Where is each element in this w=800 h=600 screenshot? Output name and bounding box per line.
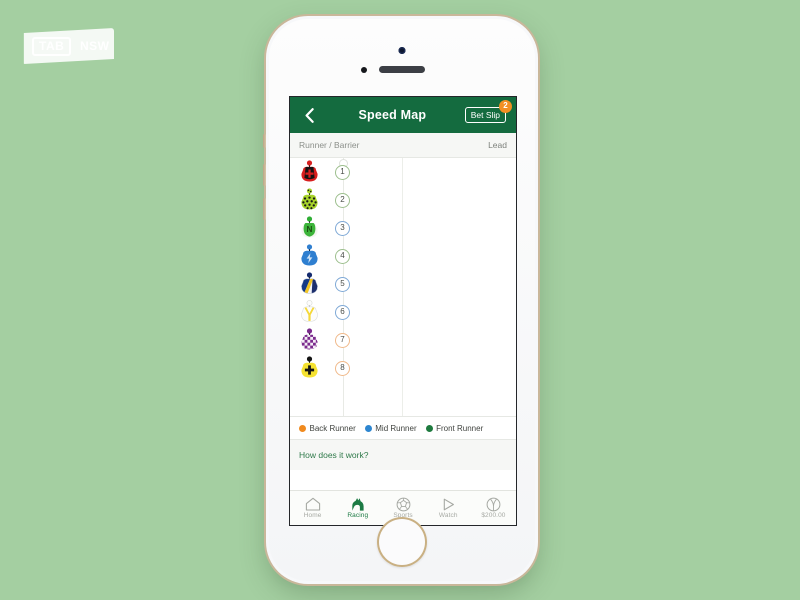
legend-item-mid-runner: Mid Runner xyxy=(364,423,417,433)
runner-row[interactable]: 5 xyxy=(290,270,516,298)
silk-green-white-letter-n-icon: N xyxy=(299,216,320,240)
page-title: Speed Map xyxy=(358,108,427,122)
silk-white-yellow-braces-icon xyxy=(299,300,320,324)
phone-body: Speed Map Bet Slip 2 Runner / Barrier Le… xyxy=(269,19,535,581)
horse-head-icon xyxy=(350,497,366,512)
speed-map-board: 1 2 N 3 4 5 6 7 8 xyxy=(290,158,516,416)
runner-row[interactable]: 2 xyxy=(290,186,516,214)
play-triangle-icon xyxy=(441,497,456,512)
soccer-ball-icon xyxy=(396,497,411,512)
silk-navy-yellow-sash-icon xyxy=(299,272,320,296)
tab-racing[interactable]: Racing xyxy=(335,491,380,525)
tab-home[interactable]: Home xyxy=(290,491,335,525)
earpiece-speaker-icon xyxy=(379,66,425,73)
runner-row[interactable]: N 3 xyxy=(290,214,516,242)
tab-nsw-logo: TAB NSW xyxy=(22,28,114,64)
iphone-device: Speed Map Bet Slip 2 Runner / Barrier Le… xyxy=(263,16,538,584)
bet-slip-count-badge: 2 xyxy=(499,99,512,113)
front-camera-icon xyxy=(398,47,406,54)
legend-dot-orange-icon xyxy=(299,424,306,432)
home-button[interactable] xyxy=(377,517,427,567)
silent-switch[interactable] xyxy=(263,134,266,148)
legend-item-front-runner: Front Runner xyxy=(425,423,484,433)
runner-barrier-label: Runner / Barrier xyxy=(299,140,360,150)
proximity-sensor-icon xyxy=(361,67,367,73)
silk-blue-lightning-icon xyxy=(299,244,320,268)
bet-slip-container: Bet Slip 2 xyxy=(464,99,512,124)
tab-account-balance[interactable]: $200.00 xyxy=(471,491,516,525)
app-screen: Speed Map Bet Slip 2 Runner / Barrier Le… xyxy=(290,97,516,525)
legend-dot-green-icon xyxy=(425,424,433,432)
legend-label: Front Runner xyxy=(436,423,484,433)
silk-red-black-cap-red-icon xyxy=(299,160,320,184)
barrier-circle: 8 xyxy=(335,360,350,376)
barrier-circle: 5 xyxy=(335,276,350,292)
barrier-circle: 1 xyxy=(335,164,350,180)
barrier-circle: 2 xyxy=(335,192,350,208)
logo-tab-text: TAB xyxy=(32,37,72,56)
tab-label: $200.00 xyxy=(481,511,506,519)
silk-purple-white-check-icon xyxy=(299,328,320,352)
legend-item-back-runner: Back Runner xyxy=(299,424,356,433)
speed-map-legend: Back Runner Mid Runner Front Runner xyxy=(290,416,516,440)
runner-row[interactable]: 1 xyxy=(290,158,516,186)
runner-row[interactable]: 7 xyxy=(290,326,516,354)
logo-nsw-text: NSW xyxy=(80,39,110,53)
legend-dot-blue-icon xyxy=(364,424,372,432)
legend-label: Back Runner xyxy=(309,423,356,433)
back-chevron-icon[interactable] xyxy=(298,104,320,126)
legend-label: Mid Runner xyxy=(375,423,417,433)
tab-watch[interactable]: Watch xyxy=(426,491,471,525)
barrier-circle: 6 xyxy=(335,304,350,320)
barrier-circle: 4 xyxy=(335,248,350,264)
how-does-it-work-link[interactable]: How does it work? xyxy=(290,440,516,470)
lead-label: Lead xyxy=(488,140,507,150)
runner-row[interactable]: 4 xyxy=(290,242,516,270)
barrier-circle: 7 xyxy=(335,332,350,348)
silk-lime-black-spots-icon xyxy=(299,188,320,212)
tab-label: Home xyxy=(303,511,322,519)
runner-row[interactable]: 8 xyxy=(290,354,516,382)
speed-map-column-header: Runner / Barrier Lead xyxy=(290,133,516,158)
tab-label: Watch xyxy=(438,511,458,519)
silk-yellow-black-cross-icon xyxy=(299,356,320,380)
tab-label: Racing xyxy=(347,511,369,519)
svg-text:N: N xyxy=(307,225,313,234)
home-icon xyxy=(305,497,321,512)
runner-row[interactable]: 6 xyxy=(290,298,516,326)
app-navbar: Speed Map Bet Slip 2 xyxy=(290,97,516,133)
barrier-circle: 3 xyxy=(335,220,350,236)
account-balance-icon xyxy=(486,497,501,512)
volume-down-button[interactable] xyxy=(263,198,266,220)
volume-up-button[interactable] xyxy=(263,164,266,186)
